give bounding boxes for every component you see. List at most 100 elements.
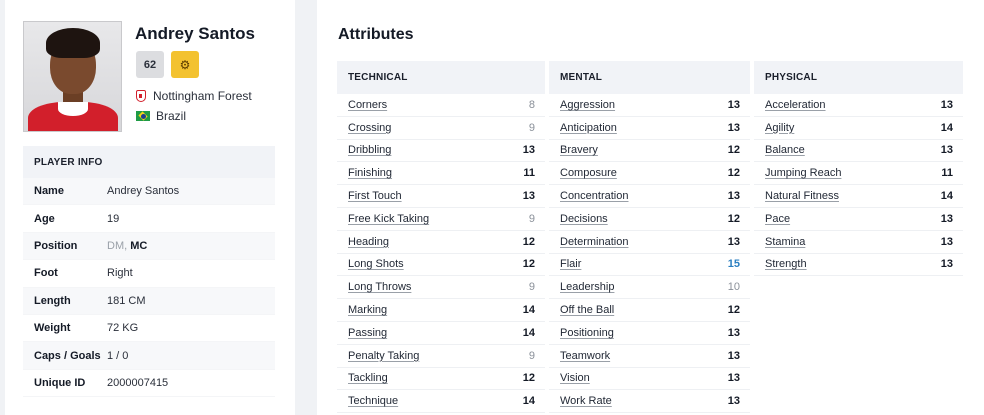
attribute-row: Pace 13	[754, 208, 963, 231]
attribute-row: Anticipation 13	[549, 117, 750, 140]
attribute-name-link[interactable]: Penalty Taking	[348, 350, 419, 362]
info-label: Length	[34, 294, 71, 307]
attribute-name-link[interactable]: Flair	[560, 258, 581, 270]
attribute-name-link[interactable]: Leadership	[560, 281, 614, 293]
attribute-value: 13	[727, 395, 740, 408]
attribute-name-link[interactable]: Decisions	[560, 213, 608, 225]
attribute-value: 9	[528, 121, 535, 134]
attribute-name-link[interactable]: Heading	[348, 236, 389, 248]
info-row-weight: Weight 72 KG	[23, 315, 275, 343]
attribute-value: 12	[727, 167, 740, 180]
position-secondary: DM,	[107, 239, 131, 252]
attribute-name-link[interactable]: Finishing	[348, 167, 392, 179]
attribute-value: 13	[522, 144, 535, 157]
info-value: Right	[107, 267, 133, 280]
club-row[interactable]: Nottingham Forest	[136, 89, 252, 103]
attribute-name-link[interactable]: Vision	[560, 372, 590, 384]
info-row-age: Age 19	[23, 205, 275, 233]
technical-list: Corners 8 Crossing 9 Dribbling 13 Finishing 11 F…	[337, 94, 545, 414]
attribute-name-link[interactable]: Positioning	[560, 327, 614, 339]
attribute-row: Balance 13	[754, 140, 963, 163]
info-label: Name	[34, 185, 64, 198]
attribute-name-link[interactable]: Acceleration	[765, 99, 826, 111]
attribute-value: 12	[522, 235, 535, 248]
attribute-value: 10	[727, 281, 740, 294]
attribute-row: Agility 14	[754, 117, 963, 140]
attribute-name-link[interactable]: Long Throws	[348, 281, 411, 293]
attribute-name-link[interactable]: Teamwork	[560, 350, 610, 362]
attribute-row: Heading 12	[337, 231, 545, 254]
info-row-caps-goals: Caps / Goals 1 / 0	[23, 342, 275, 370]
attribute-name-link[interactable]: Composure	[560, 167, 617, 179]
info-value: Andrey Santos	[107, 185, 180, 198]
info-row-position: Position DM, MC	[23, 232, 275, 261]
info-value: 72 KG	[107, 322, 139, 335]
attribute-name-link[interactable]: Stamina	[765, 236, 805, 248]
attribute-name-link[interactable]: Jumping Reach	[765, 167, 841, 179]
attribute-name-link[interactable]: Pace	[765, 213, 790, 225]
technical-column: TECHNICAL Corners 8 Crossing 9 Dribbling 13 Fi…	[337, 61, 545, 414]
attribute-name-link[interactable]: Off the Ball	[560, 304, 614, 316]
physical-header: PHYSICAL	[754, 61, 963, 94]
position-primary: MC	[130, 239, 148, 252]
attribute-name-link[interactable]: Corners	[348, 99, 387, 111]
attribute-row: Strength 13	[754, 254, 963, 277]
attribute-name-link[interactable]: Bravery	[560, 144, 598, 156]
attribute-row: Corners 8	[337, 94, 545, 117]
attribute-name-link[interactable]: Passing	[348, 327, 387, 339]
attribute-name-link[interactable]: Balance	[765, 144, 805, 156]
attribute-name-link[interactable]: Work Rate	[560, 395, 612, 407]
attribute-row: Tackling 12	[337, 368, 545, 391]
player-profile-card: Andrey Santos 62 ⚙ Nottingham Forest Bra…	[5, 0, 295, 415]
info-label: Position	[34, 239, 78, 252]
attribute-value: 12	[522, 372, 535, 385]
attribute-name-link[interactable]: Free Kick Taking	[348, 213, 429, 225]
attributes-title: Attributes	[338, 26, 414, 43]
info-value: 2000007415	[107, 376, 169, 389]
attribute-name-link[interactable]: Determination	[560, 236, 628, 248]
attribute-name-link[interactable]: Crossing	[348, 122, 391, 134]
attribute-name-link[interactable]: Concentration	[560, 190, 629, 202]
attribute-row: Stamina 13	[754, 231, 963, 254]
attribute-name-link[interactable]: Technique	[348, 395, 398, 407]
attribute-name-link[interactable]: First Touch	[348, 190, 402, 202]
info-label: Weight	[34, 322, 71, 335]
attribute-name-link[interactable]: Aggression	[560, 99, 615, 111]
info-label: Age	[34, 212, 55, 225]
attribute-value: 14	[522, 395, 535, 408]
nationality-row[interactable]: Brazil	[136, 109, 186, 123]
attribute-row: Work Rate 13	[549, 390, 750, 414]
club-name: Nottingham Forest	[153, 89, 252, 103]
attribute-value: 13	[727, 372, 740, 385]
gear-icon[interactable]: ⚙	[171, 51, 199, 78]
attribute-row: Marking 14	[337, 299, 545, 322]
attribute-row: Jumping Reach 11	[754, 162, 963, 186]
attribute-row: Composure 12	[549, 162, 750, 186]
attribute-name-link[interactable]: Marking	[348, 304, 387, 316]
attribute-value: 13	[727, 190, 740, 203]
attribute-row: Flair 15	[549, 254, 750, 277]
attribute-row: Acceleration 13	[754, 94, 963, 117]
attribute-row: Concentration 13	[549, 185, 750, 208]
attribute-name-link[interactable]: Long Shots	[348, 258, 404, 270]
attribute-name-link[interactable]: Agility	[765, 122, 794, 134]
attribute-row: Determination 13	[549, 231, 750, 254]
info-value: 181 CM	[107, 294, 146, 307]
attribute-name-link[interactable]: Anticipation	[560, 122, 617, 134]
attribute-name-link[interactable]: Dribbling	[348, 144, 391, 156]
attribute-row: Finishing 11	[337, 162, 545, 186]
attribute-row: Free Kick Taking 9	[337, 208, 545, 231]
attribute-value: 12	[522, 258, 535, 271]
attribute-row: Natural Fitness 14	[754, 185, 963, 208]
nationality-name: Brazil	[156, 109, 187, 123]
attribute-name-link[interactable]: Strength	[765, 258, 807, 270]
attribute-value: 13	[522, 190, 535, 203]
attribute-row: Technique 14	[337, 390, 545, 414]
brazil-flag-icon	[136, 111, 150, 121]
attribute-name-link[interactable]: Tackling	[348, 372, 388, 384]
info-value: 19	[107, 212, 120, 225]
attribute-name-link[interactable]: Natural Fitness	[765, 190, 839, 202]
info-row-name: Name Andrey Santos	[23, 178, 275, 206]
technical-header: TECHNICAL	[337, 61, 545, 94]
club-crest-icon	[136, 90, 146, 102]
